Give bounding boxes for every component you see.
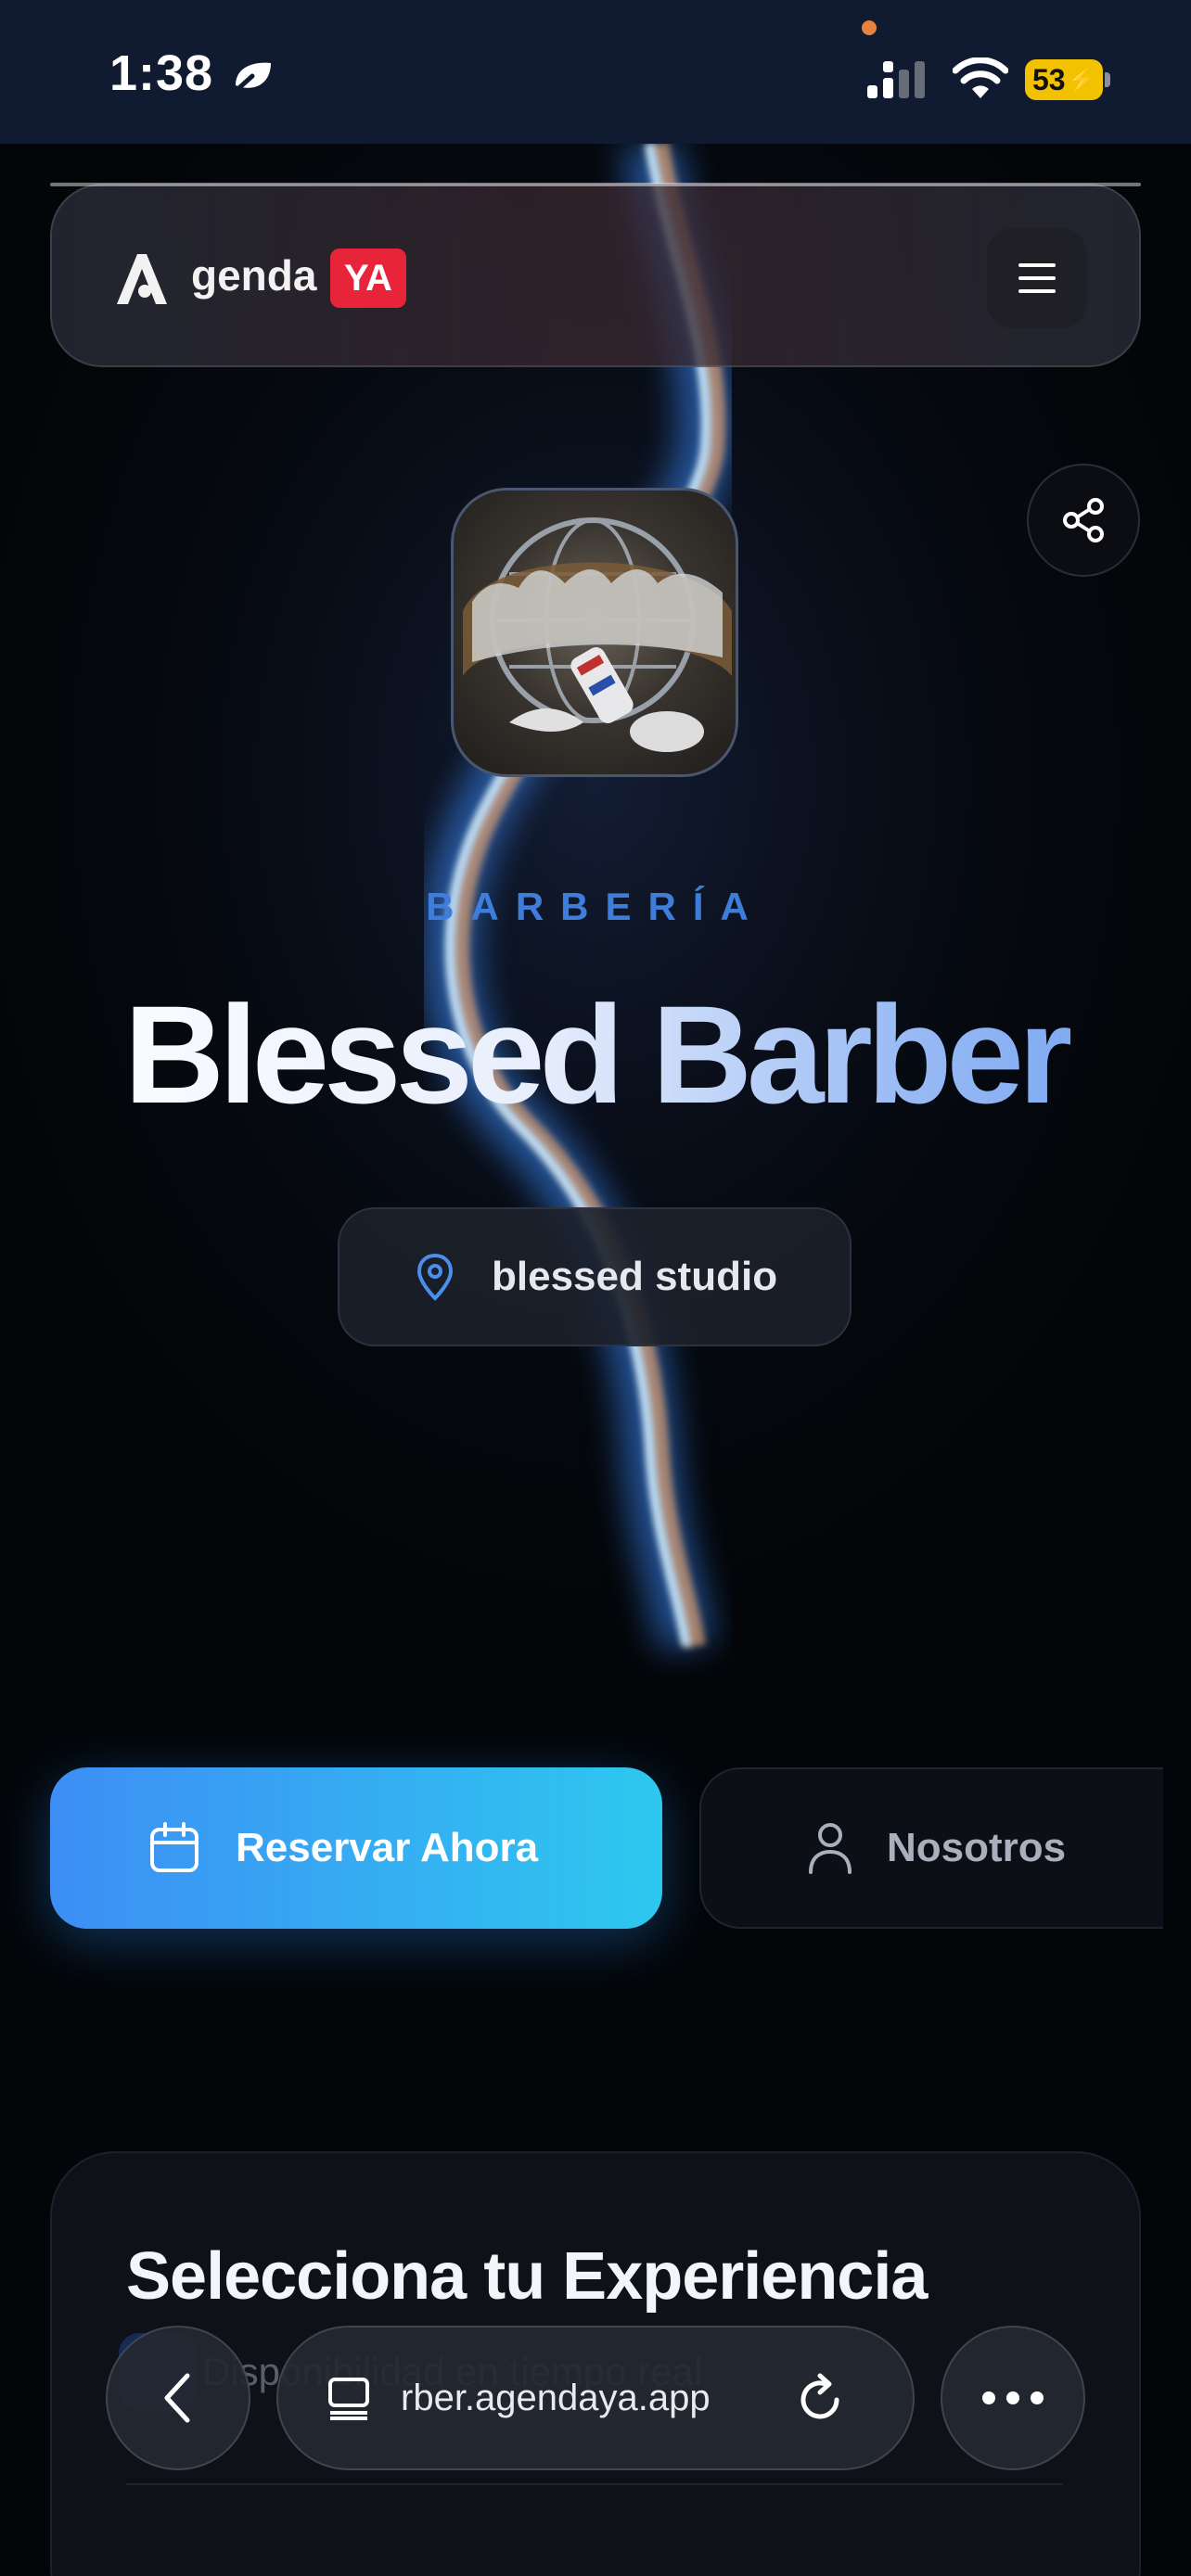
status-time: 1:38 [109, 45, 214, 101]
location-chip[interactable]: blessed studio [338, 1207, 852, 1346]
more-icon [982, 2391, 1044, 2404]
reserve-button-label: Reservar Ahora [236, 1825, 539, 1870]
battery-icon: 53 ⚡ [1025, 59, 1110, 100]
address-bar[interactable]: rber.agendaya.app [276, 2326, 915, 2470]
user-icon [809, 1823, 852, 1874]
leaf-icon [231, 62, 271, 95]
business-category: BARBERÍA [426, 885, 765, 928]
location-pin-icon [416, 1253, 454, 1301]
privacy-indicator [862, 20, 877, 35]
calendar-icon [150, 1822, 198, 1872]
about-button-label: Nosotros [887, 1825, 1067, 1870]
tabs-icon[interactable] [325, 2374, 373, 2422]
experience-title: Selecciona tu Experiencia [126, 2239, 928, 2314]
share-button[interactable] [1027, 464, 1140, 577]
menu-button[interactable] [987, 228, 1087, 328]
browser-more-button[interactable] [941, 2326, 1085, 2470]
nav-highlight [50, 183, 1141, 186]
signal-icon [867, 61, 925, 98]
business-logo-image [451, 488, 738, 777]
logo-text[interactable]: genda [191, 250, 316, 300]
reload-icon[interactable] [794, 2370, 846, 2426]
wifi-icon [953, 57, 1008, 98]
background-art [0, 144, 1191, 1720]
logo-badge[interactable]: YA [330, 249, 406, 308]
location-label: blessed studio [492, 1254, 778, 1299]
battery-level: 53 [1032, 62, 1066, 96]
reserve-button[interactable]: Reservar Ahora [50, 1767, 662, 1929]
back-arrow-icon [164, 2373, 190, 2423]
browser-back-button[interactable] [106, 2326, 250, 2470]
business-name: Blessed Barber [0, 985, 1191, 1124]
card-divider [126, 2483, 1063, 2485]
share-icon [1063, 498, 1104, 542]
logo-a-icon[interactable] [111, 249, 171, 308]
about-button[interactable]: Nosotros [699, 1767, 1163, 1929]
url-text: rber.agendaya.app [401, 2377, 711, 2418]
menu-icon [1018, 263, 1056, 293]
